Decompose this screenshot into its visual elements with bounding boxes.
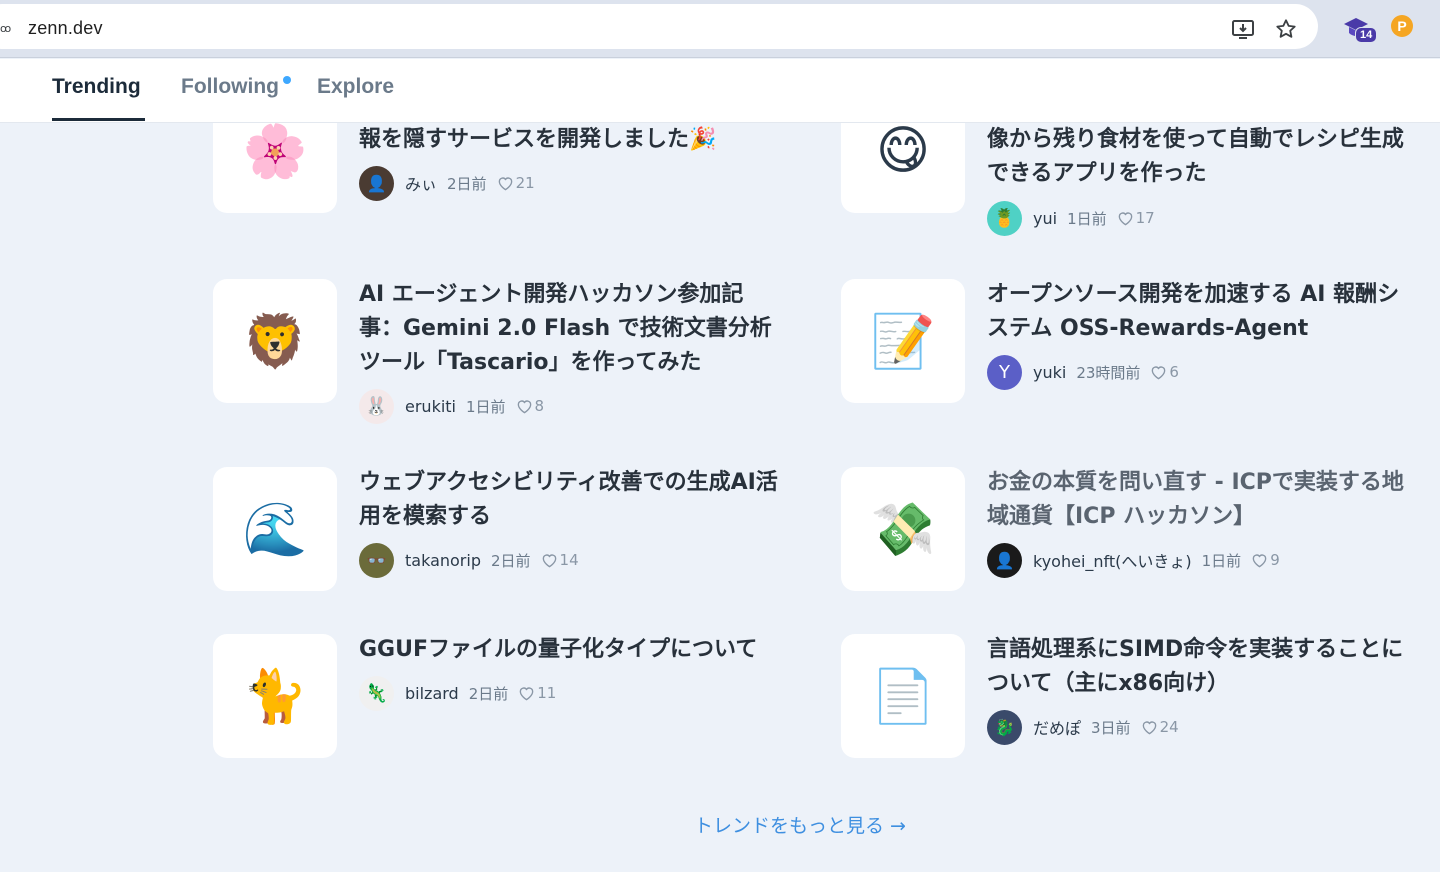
like-count-value: 8	[534, 397, 545, 415]
article-date: 2日前	[447, 174, 487, 193]
article-title[interactable]: AI エージェント開発ハッカソン参加記事：Gemini 2.0 Flash で技…	[359, 278, 779, 380]
new-indicator-dot	[283, 76, 291, 84]
article-title[interactable]: オープンソース開発を加速する AI 報酬システム OSS-Rewards-Age…	[987, 278, 1407, 346]
like-count-value: 14	[559, 551, 579, 569]
article-title[interactable]: 報を隠すサービスを開発しました🎉	[359, 123, 779, 157]
author-name[interactable]: erukiti	[405, 397, 456, 416]
like-count[interactable]: 24	[1141, 718, 1179, 736]
article-date: 2日前	[490, 551, 531, 570]
tab-following[interactable]: Following	[181, 75, 279, 99]
article-date: 1日前	[1067, 209, 1107, 228]
tab-explore[interactable]: Explore	[317, 75, 394, 99]
see-more-trending-link[interactable]: トレンドをもっと見る →	[694, 811, 906, 838]
article-title[interactable]: 像から残り食材を使って自動でレシピ生成できるアプリを作った	[987, 123, 1407, 191]
article-emoji-tile[interactable]: 😋	[841, 123, 965, 213]
extension-p-icon[interactable]: P	[1390, 14, 1418, 42]
author-name[interactable]: みぃ	[405, 171, 437, 195]
like-count-value: 6	[1169, 363, 1179, 381]
address-bar[interactable]: ꝏ zenn.dev	[0, 4, 1318, 49]
like-count[interactable]: 21	[497, 174, 535, 192]
extension-badge: 14	[1355, 27, 1378, 43]
article-emoji-tile[interactable]: 🐈	[213, 634, 337, 758]
article-date: 3日前	[1091, 718, 1131, 737]
like-count[interactable]: 8	[516, 397, 545, 415]
article-meta: 👤 みぃ 2日前 21	[359, 165, 535, 201]
like-count-value: 9	[1270, 551, 1280, 569]
article-emoji: 😋	[875, 123, 931, 181]
tab-trending[interactable]: Trending	[52, 75, 141, 99]
like-count[interactable]: 9	[1251, 551, 1280, 569]
author-name[interactable]: kyohei_nft(へいきょ)	[1033, 548, 1192, 572]
install-app-icon[interactable]	[1230, 16, 1256, 42]
article-emoji: 📝	[870, 311, 936, 372]
article-emoji: 🌊	[242, 499, 308, 560]
heart-icon	[519, 686, 534, 700]
article-emoji-tile[interactable]: 📄	[841, 634, 965, 758]
heart-icon	[1152, 365, 1166, 379]
site-info-icon[interactable]: ꝏ	[0, 22, 12, 36]
bookmark-star-icon[interactable]	[1273, 16, 1299, 42]
feed-tabs: Trending Following Explore	[0, 59, 1440, 123]
like-count-value: 24	[1159, 718, 1179, 736]
author-avatar[interactable]: 🦎	[359, 675, 394, 711]
heart-icon	[542, 553, 556, 567]
like-count-value: 17	[1135, 209, 1155, 227]
author-avatar[interactable]: 👤	[359, 165, 394, 201]
article-meta: 🐉 だめぽ 3日前 24	[987, 709, 1179, 745]
author-name[interactable]: bilzard	[405, 684, 459, 703]
like-count[interactable]: 17	[1117, 209, 1155, 227]
article-emoji-tile[interactable]: 🌊	[213, 467, 337, 591]
heart-icon	[498, 176, 512, 190]
heart-icon	[1118, 211, 1132, 225]
url-text[interactable]: zenn.dev	[28, 18, 103, 39]
heart-icon	[1252, 553, 1267, 567]
svg-text:P: P	[1397, 18, 1406, 34]
article-date: 1日前	[466, 397, 506, 416]
article-date: 2日前	[468, 684, 509, 703]
heart-icon	[1142, 720, 1156, 734]
article-emoji-tile[interactable]: 🌸	[213, 123, 337, 213]
author-name[interactable]: だめぽ	[1033, 715, 1081, 739]
like-count-value: 11	[537, 684, 557, 702]
active-tab-underline	[52, 118, 145, 121]
article-title[interactable]: お金の本質を問い直す - ICPで実装する地域通貨【ICP ハッカソン】	[987, 466, 1407, 534]
article-emoji: 🌸	[242, 123, 308, 182]
article-meta: 🍍 yui 1日前 17	[987, 200, 1155, 236]
article-emoji-tile[interactable]: 💸	[841, 467, 965, 591]
article-emoji: 📄	[870, 666, 936, 727]
like-count[interactable]: 6	[1150, 363, 1179, 381]
article-title[interactable]: ウェブアクセシビリティ改善での生成AI活用を模索する	[359, 466, 779, 534]
author-avatar[interactable]: 🐰	[359, 388, 394, 424]
author-avatar[interactable]: 👤	[987, 542, 1022, 578]
trending-article-list: 🌸 報を隠すサービスを開発しました🎉 👤 みぃ 2日前 21 😋 像から残り食材…	[0, 123, 1440, 872]
article-title[interactable]: GGUFファイルの量子化タイプについて	[359, 633, 779, 667]
author-name[interactable]: yui	[1033, 209, 1057, 228]
author-avatar[interactable]: 👓	[359, 542, 394, 578]
article-emoji-tile[interactable]: 📝	[841, 279, 965, 403]
article-date: 23時間前	[1076, 363, 1141, 382]
heart-icon	[517, 399, 531, 413]
article-emoji: 🐈	[242, 666, 308, 727]
browser-toolbar: ꝏ zenn.dev 14 P	[0, 0, 1440, 58]
article-date: 1日前	[1201, 551, 1242, 570]
article-meta: 👤 kyohei_nft(へいきょ) 1日前 9	[987, 542, 1280, 578]
author-avatar[interactable]: Y	[987, 354, 1022, 390]
like-count-value: 21	[515, 174, 535, 192]
article-emoji: 💸	[870, 499, 936, 560]
extension-graduation-icon[interactable]: 14	[1342, 14, 1378, 43]
like-count[interactable]: 14	[541, 551, 579, 569]
article-emoji: 🦁	[242, 311, 308, 372]
article-title[interactable]: 言語処理系にSIMD命令を実装することについて（主にx86向け）	[987, 633, 1407, 701]
author-name[interactable]: takanorip	[405, 551, 481, 570]
author-avatar[interactable]: 🍍	[987, 200, 1022, 236]
article-meta: 👓 takanorip 2日前 14	[359, 542, 579, 578]
article-meta: 🐰 erukiti 1日前 8	[359, 388, 544, 424]
like-count[interactable]: 11	[518, 684, 556, 702]
author-avatar[interactable]: 🐉	[987, 709, 1022, 745]
article-meta: 🦎 bilzard 2日前 11	[359, 675, 556, 711]
author-name[interactable]: yuki	[1033, 363, 1066, 382]
article-meta: Y yuki 23時間前 6	[987, 354, 1179, 390]
article-emoji-tile[interactable]: 🦁	[213, 279, 337, 403]
